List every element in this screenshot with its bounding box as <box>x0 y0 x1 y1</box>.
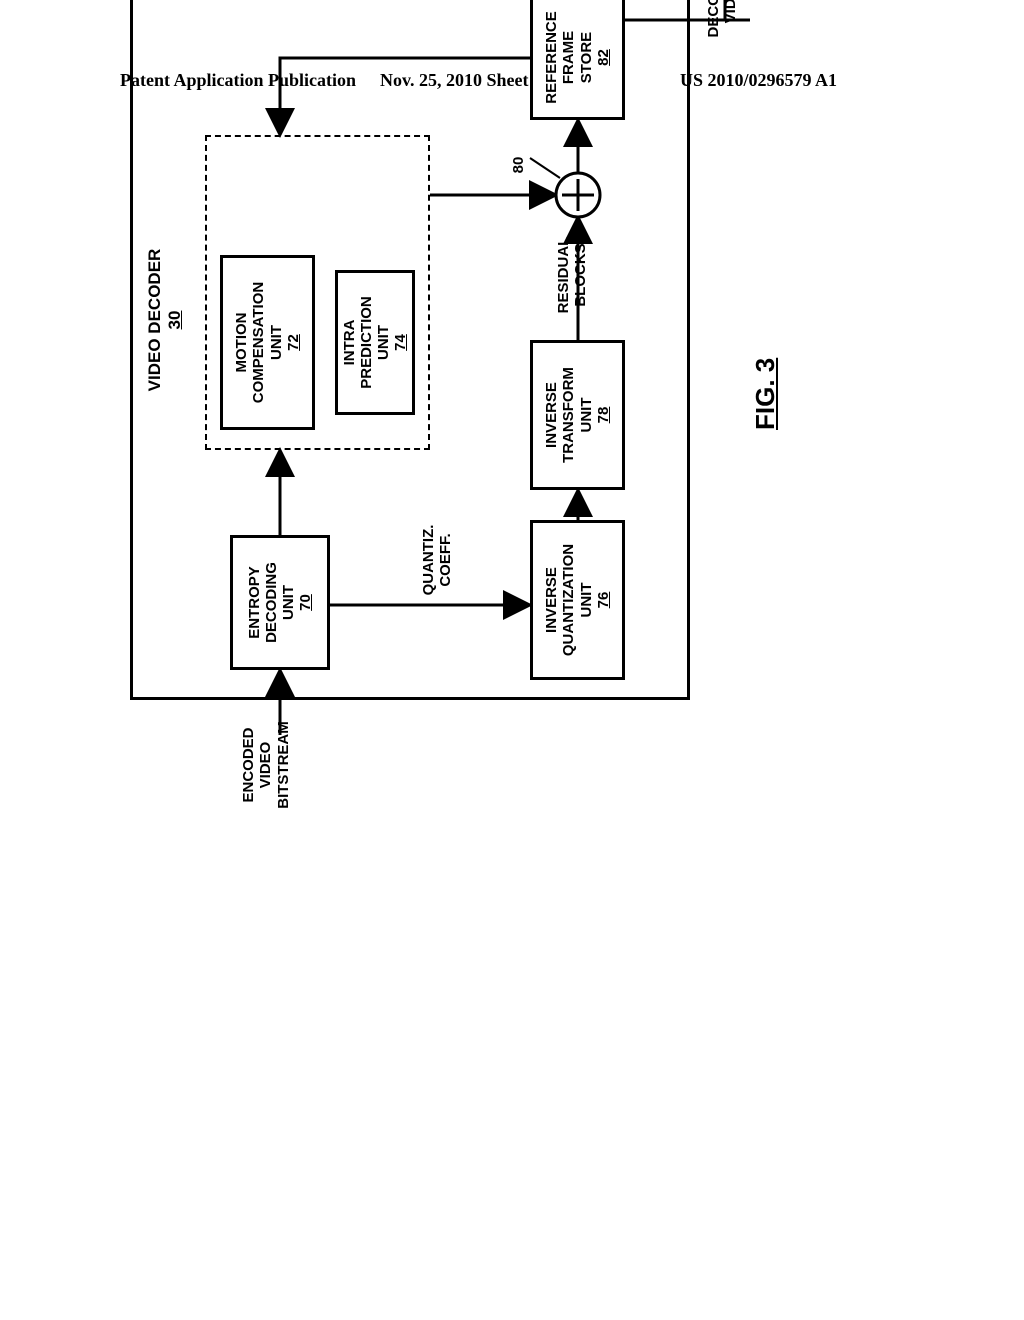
diagram: VIDEO DECODER 30 ENCODED VIDEO BITSTREAM… <box>110 0 790 820</box>
wires <box>110 0 790 820</box>
figure-label: FIG. 3 <box>750 358 781 430</box>
rotated-stage: VIDEO DECODER 30 ENCODED VIDEO BITSTREAM… <box>110 140 980 820</box>
